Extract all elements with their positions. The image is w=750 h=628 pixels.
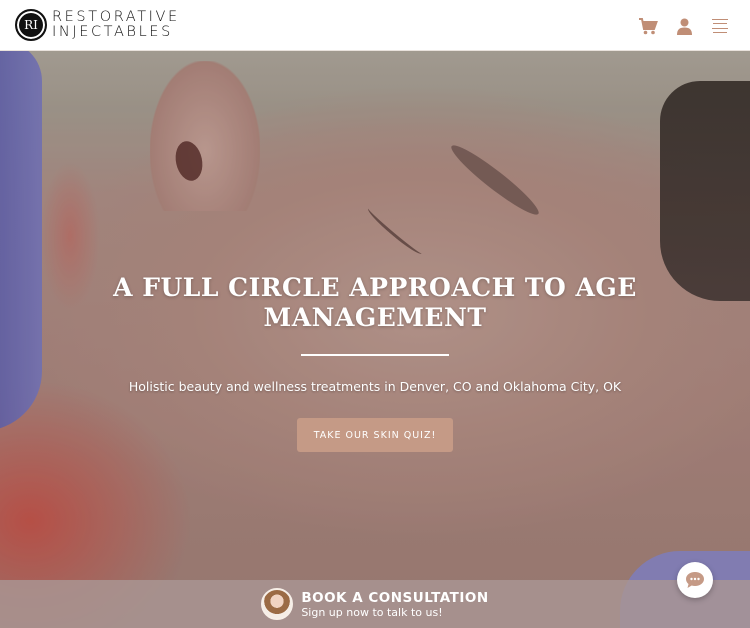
- consultation-title: BOOK A CONSULTATION: [301, 589, 489, 606]
- site-header: RI RESTORATIVE INJECTABLES: [0, 0, 750, 51]
- user-icon[interactable]: [674, 16, 694, 36]
- hero-divider: [301, 354, 449, 356]
- hero-section: A FULL CIRCLE APPROACH TO AGE MANAGEMENT…: [0, 51, 750, 628]
- hero-subtitle: Holistic beauty and wellness treatments …: [128, 379, 622, 394]
- logo-line-1: RESTORATIVE: [52, 9, 180, 25]
- brand-logo[interactable]: RI RESTORATIVE INJECTABLES: [15, 9, 180, 41]
- hero-content: A FULL CIRCLE APPROACH TO AGE MANAGEMENT…: [0, 51, 750, 628]
- cart-icon[interactable]: [638, 16, 658, 36]
- logo-mark: RI: [15, 9, 47, 41]
- chat-button[interactable]: [677, 562, 713, 598]
- hero-title: A FULL CIRCLE APPROACH TO AGE MANAGEMENT: [113, 273, 637, 332]
- consultation-text: BOOK A CONSULTATION Sign up now to talk …: [301, 590, 488, 619]
- chat-bubble-icon: [686, 572, 704, 588]
- consultation-subtitle: Sign up now to talk to us!: [301, 605, 443, 619]
- book-consultation-bar[interactable]: BOOK A CONSULTATION Sign up now to talk …: [0, 580, 750, 628]
- logo-wordmark: RESTORATIVE INJECTABLES: [52, 10, 180, 40]
- hamburger-menu-icon[interactable]: [710, 16, 730, 36]
- skin-quiz-button[interactable]: TAKE OUR SKIN QUIZ!: [297, 418, 453, 452]
- logo-line-2: INJECTABLES: [52, 24, 173, 40]
- consultant-avatar: [261, 588, 294, 620]
- header-actions: [622, 16, 730, 36]
